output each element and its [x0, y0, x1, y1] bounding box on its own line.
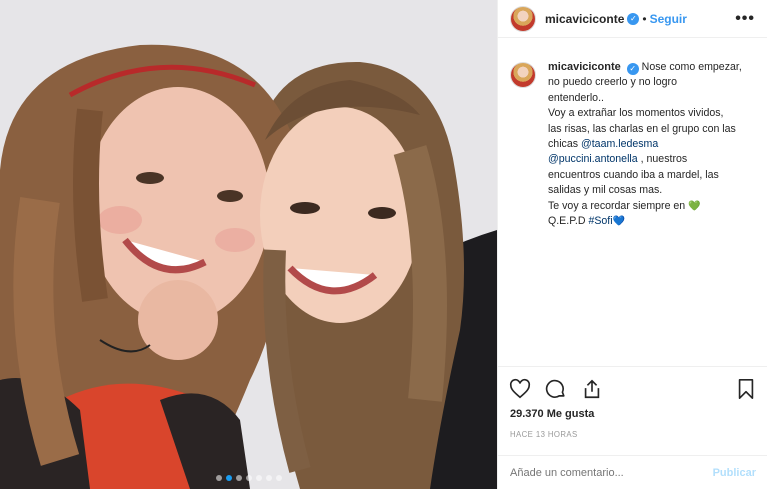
caption-verified-badge-icon: ✓: [626, 63, 639, 75]
caption-line: no puedo creerlo y no logro: [548, 76, 677, 89]
caption-text: micaviciconte ✓ Nose como empezar, no pu…: [548, 60, 742, 229]
caption-line: encuentros cuando iba a mardel, las: [548, 168, 719, 181]
caption-line: entenderlo..: [548, 91, 604, 104]
header-username[interactable]: micaviciconte: [545, 12, 624, 26]
mention-link[interactable]: @taam.ledesma: [581, 138, 658, 150]
carousel-dot: [215, 475, 222, 481]
comment-box: Publicar: [498, 455, 767, 489]
follow-button[interactable]: Seguir: [650, 12, 687, 26]
post-actions-section: 29.370 Me gusta HACE 13 HORAS: [498, 366, 767, 439]
carousel-dot: [265, 475, 272, 481]
caption-line: Q.E.P.D: [548, 215, 586, 228]
caption-line: Voy a extrañar los momentos vividos,: [548, 107, 724, 120]
post-caption: micaviciconte ✓ Nose como empezar, no pu…: [510, 60, 766, 229]
more-options-icon[interactable]: •••: [735, 10, 755, 28]
verified-badge-icon: ✓: [627, 12, 640, 25]
caption-line: Nose como empezar,: [641, 61, 742, 73]
heart-outline-icon[interactable]: [508, 377, 532, 401]
publish-button[interactable]: Publicar: [713, 467, 756, 479]
photo-illustration: [0, 0, 497, 489]
caption-username[interactable]: micaviciconte: [548, 61, 621, 73]
hashtag-link[interactable]: #Sofi: [588, 215, 612, 227]
blue-heart-icon: 💙: [612, 216, 626, 228]
post-header: micaviciconte ✓ • Seguir •••: [498, 0, 767, 38]
comment-bubble-icon[interactable]: [544, 377, 568, 401]
caption-line: Te voy a recordar siempre en: [548, 199, 686, 212]
post-timestamp[interactable]: HACE 13 HORAS: [498, 430, 767, 439]
carousel-indicator: [0, 475, 497, 481]
share-icon[interactable]: [580, 377, 604, 401]
action-bar: [498, 367, 767, 411]
likes-count[interactable]: 29.370 Me gusta: [498, 408, 767, 420]
carousel-dot: [235, 475, 242, 481]
caption-avatar[interactable]: [510, 62, 536, 88]
separator-dot: •: [642, 11, 647, 26]
caption-line: salidas y mil cosas mas.: [548, 184, 663, 197]
carousel-dot: [275, 475, 282, 481]
carousel-dot: [245, 475, 252, 481]
caption-line: , nuestros: [640, 153, 688, 166]
caption-line: chicas: [548, 138, 579, 151]
bookmark-icon[interactable]: [734, 377, 758, 401]
avatar[interactable]: [510, 5, 536, 32]
post-side-panel: micaviciconte ✓ • Seguir ••• micavicicon…: [497, 0, 767, 489]
caption-line: las risas, las charlas en el grupo con l…: [548, 122, 736, 135]
carousel-dot: [255, 475, 262, 481]
mention-link[interactable]: @puccini.antonella: [548, 153, 638, 165]
post-photo[interactable]: [0, 0, 497, 489]
green-heart-icon: 💚: [688, 200, 701, 212]
carousel-dot-active: [225, 475, 232, 481]
comment-input[interactable]: [510, 466, 713, 479]
